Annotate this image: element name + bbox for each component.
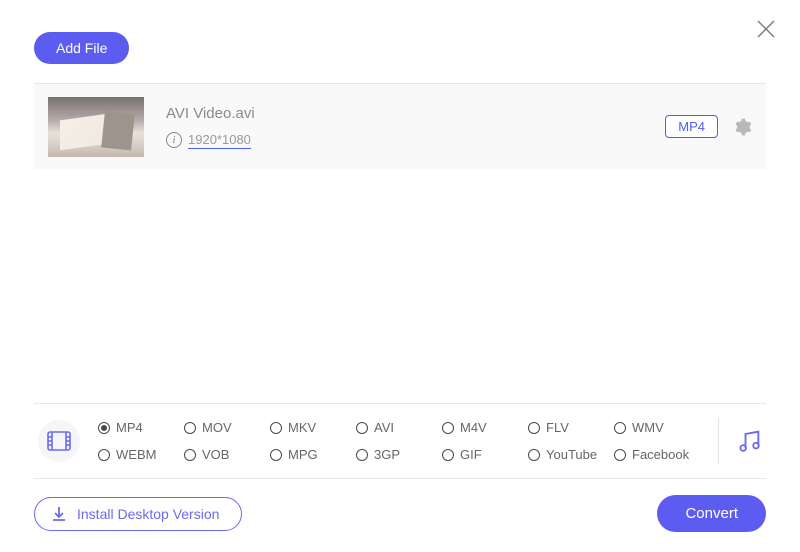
format-label: WMV <box>632 420 664 435</box>
format-option-youtube[interactable]: YouTube <box>528 447 614 462</box>
format-option-mov[interactable]: MOV <box>184 420 270 435</box>
format-option-vob[interactable]: VOB <box>184 447 270 462</box>
footer: Install Desktop Version Convert <box>34 495 766 532</box>
format-grid: MP4 MOV MKV AVI M4V FLV WMV WEBM VOB MPG 3GP GIF You… <box>98 420 700 462</box>
format-option-m4v[interactable]: M4V <box>442 420 528 435</box>
radio-icon <box>356 449 368 461</box>
info-icon[interactable]: i <box>166 132 182 148</box>
format-option-wmv[interactable]: WMV <box>614 420 700 435</box>
divider <box>718 418 719 464</box>
format-label: WEBM <box>116 447 156 462</box>
radio-icon <box>442 422 454 434</box>
radio-icon <box>614 449 626 461</box>
format-label: MP4 <box>116 420 143 435</box>
radio-icon <box>184 422 196 434</box>
format-option-avi[interactable]: AVI <box>356 420 442 435</box>
download-icon <box>51 506 67 522</box>
format-option-mp4[interactable]: MP4 <box>98 420 184 435</box>
radio-icon <box>270 422 282 434</box>
format-option-gif[interactable]: GIF <box>442 447 528 462</box>
format-option-flv[interactable]: FLV <box>528 420 614 435</box>
install-desktop-label: Install Desktop Version <box>77 506 219 522</box>
install-desktop-button[interactable]: Install Desktop Version <box>34 497 242 531</box>
app-window: Add File AVI Video.avi i 1920*1080 MP4 M… <box>0 0 800 552</box>
format-label: FLV <box>546 420 569 435</box>
radio-icon <box>98 449 110 461</box>
radio-icon <box>356 422 368 434</box>
output-format-badge[interactable]: MP4 <box>665 115 718 138</box>
format-label: GIF <box>460 447 482 462</box>
format-label: M4V <box>460 420 487 435</box>
radio-icon <box>528 449 540 461</box>
format-option-webm[interactable]: WEBM <box>98 447 184 462</box>
format-selector: MP4 MOV MKV AVI M4V FLV WMV WEBM VOB MPG 3GP GIF You… <box>34 403 766 479</box>
file-resolution[interactable]: 1920*1080 <box>188 132 251 149</box>
format-option-mpg[interactable]: MPG <box>270 447 356 462</box>
convert-button[interactable]: Convert <box>657 495 766 532</box>
format-label: 3GP <box>374 447 400 462</box>
video-thumbnail[interactable] <box>48 97 144 157</box>
add-file-button[interactable]: Add File <box>34 32 129 64</box>
format-option-3gp[interactable]: 3GP <box>356 447 442 462</box>
format-label: Facebook <box>632 447 689 462</box>
file-resolution-row: i 1920*1080 <box>166 132 665 149</box>
radio-icon <box>614 422 626 434</box>
film-icon[interactable] <box>38 420 80 462</box>
file-name: AVI Video.avi <box>166 105 665 122</box>
file-info: AVI Video.avi i 1920*1080 <box>166 105 665 149</box>
format-label: YouTube <box>546 447 597 462</box>
format-option-facebook[interactable]: Facebook <box>614 447 700 462</box>
format-label: MOV <box>202 420 232 435</box>
radio-icon <box>270 449 282 461</box>
close-icon[interactable] <box>757 20 775 38</box>
format-label: AVI <box>374 420 394 435</box>
file-row: AVI Video.avi i 1920*1080 MP4 <box>34 83 766 169</box>
radio-icon <box>442 449 454 461</box>
music-icon[interactable] <box>735 427 763 455</box>
gear-icon[interactable] <box>732 117 752 137</box>
format-label: VOB <box>202 447 229 462</box>
radio-icon <box>98 422 110 434</box>
radio-icon <box>184 449 196 461</box>
format-label: MPG <box>288 447 318 462</box>
format-option-mkv[interactable]: MKV <box>270 420 356 435</box>
format-label: MKV <box>288 420 316 435</box>
radio-icon <box>528 422 540 434</box>
